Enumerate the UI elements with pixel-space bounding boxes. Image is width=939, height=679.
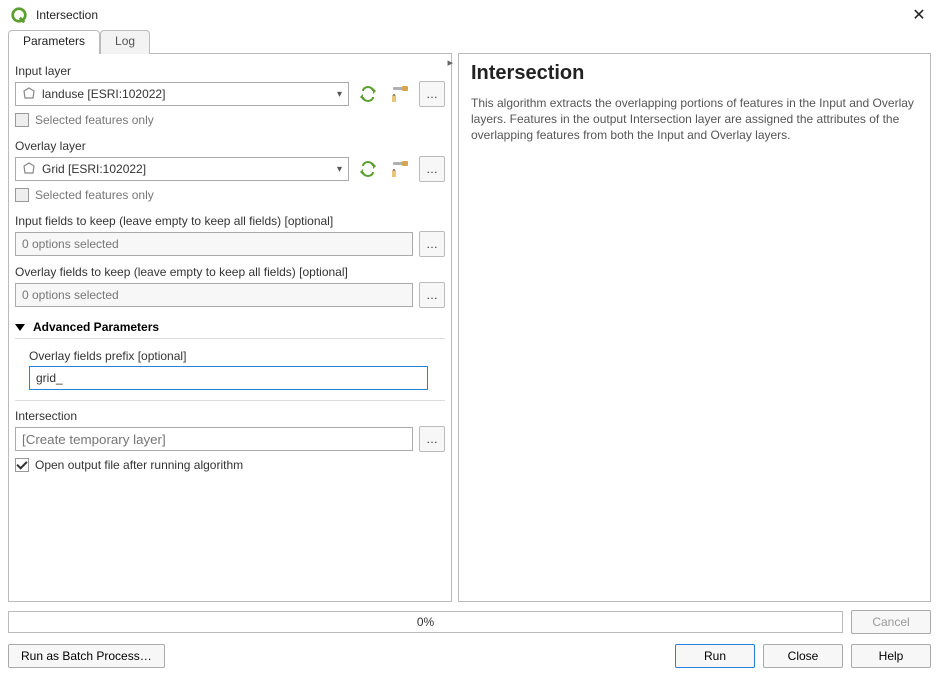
progress-bar: 0% — [8, 611, 843, 633]
iterate-features-button[interactable] — [355, 156, 381, 182]
input-selected-only-row[interactable]: Selected features only — [15, 113, 445, 127]
open-output-row[interactable]: Open output file after running algorithm — [15, 458, 445, 472]
advanced-options-button[interactable] — [387, 156, 413, 182]
advanced-parameters-title: Advanced Parameters — [33, 320, 159, 334]
open-output-label: Open output file after running algorithm — [35, 458, 243, 472]
overlay-fields-value: 0 options selected — [22, 288, 119, 302]
input-fields-select[interactable]: 0 options selected — [15, 232, 413, 256]
title-bar: Intersection ✕ — [0, 0, 939, 30]
input-fields-value: 0 options selected — [22, 237, 119, 251]
output-label: Intersection — [15, 409, 445, 423]
advanced-parameters-body: Overlay fields prefix [optional] — [15, 338, 445, 401]
output-destination-input[interactable] — [15, 427, 413, 451]
overlay-layer-label: Overlay layer — [15, 139, 445, 153]
help-body: This algorithm extracts the overlapping … — [471, 95, 918, 144]
overlay-selected-only-checkbox[interactable] — [15, 188, 29, 202]
overlay-selected-only-row[interactable]: Selected features only — [15, 188, 445, 202]
input-layer-value: landuse [ESRI:102022] — [42, 87, 165, 101]
polygon-icon — [22, 162, 36, 176]
tab-log[interactable]: Log — [100, 30, 150, 54]
tab-parameters[interactable]: Parameters — [8, 30, 100, 54]
qgis-logo-icon — [10, 6, 28, 24]
help-panel: Intersection This algorithm extracts the… — [458, 53, 931, 602]
input-selected-only-label: Selected features only — [35, 113, 154, 127]
close-icon[interactable]: ✕ — [909, 5, 929, 25]
overlay-layer-combo[interactable]: Grid [ESRI:102022] ▾ — [15, 157, 349, 181]
run-batch-button[interactable]: Run as Batch Process… — [8, 644, 165, 668]
input-selected-only-checkbox[interactable] — [15, 113, 29, 127]
cancel-button[interactable]: Cancel — [851, 610, 931, 634]
overlay-selected-only-label: Selected features only — [35, 188, 154, 202]
advanced-options-button[interactable] — [387, 81, 413, 107]
help-title: Intersection — [471, 62, 918, 85]
polygon-icon — [22, 87, 36, 101]
output-browse-button[interactable]: … — [419, 426, 445, 452]
overlay-fields-select[interactable]: 0 options selected — [15, 283, 413, 307]
chevron-down-icon: ▾ — [337, 89, 342, 100]
overlay-fields-label: Overlay fields to keep (leave empty to k… — [15, 265, 445, 279]
close-button[interactable]: Close — [763, 644, 843, 668]
overlay-fields-browse-button[interactable]: … — [419, 282, 445, 308]
advanced-parameters-toggle[interactable]: Advanced Parameters — [15, 320, 445, 334]
chevron-down-icon: ▾ — [337, 164, 342, 175]
left-column: Parameters Log ▸ Input layer landuse [ES… — [8, 30, 452, 602]
parameters-panel: ▸ Input layer landuse [ESRI:102022] ▾ — [8, 53, 452, 602]
chevron-down-icon — [15, 324, 25, 331]
tab-bar: Parameters Log — [8, 30, 452, 54]
main-area: Parameters Log ▸ Input layer landuse [ES… — [0, 30, 939, 602]
window-title: Intersection — [36, 8, 909, 22]
input-layer-label: Input layer — [15, 64, 445, 78]
prefix-label: Overlay fields prefix [optional] — [29, 349, 445, 363]
input-layer-browse-button[interactable]: … — [419, 81, 445, 107]
overlay-prefix-input[interactable] — [29, 366, 428, 390]
input-layer-combo[interactable]: landuse [ESRI:102022] ▾ — [15, 82, 349, 106]
panel-expand-icon[interactable]: ▸ — [447, 56, 453, 69]
open-output-checkbox[interactable] — [15, 458, 29, 472]
overlay-layer-value: Grid [ESRI:102022] — [42, 162, 146, 176]
input-fields-label: Input fields to keep (leave empty to kee… — [15, 214, 445, 228]
input-fields-browse-button[interactable]: … — [419, 231, 445, 257]
progress-label: 0% — [9, 612, 842, 632]
footer: 0% Cancel Run as Batch Process… Run Clos… — [0, 602, 939, 676]
run-button[interactable]: Run — [675, 644, 755, 668]
iterate-features-button[interactable] — [355, 81, 381, 107]
overlay-layer-browse-button[interactable]: … — [419, 156, 445, 182]
help-button[interactable]: Help — [851, 644, 931, 668]
